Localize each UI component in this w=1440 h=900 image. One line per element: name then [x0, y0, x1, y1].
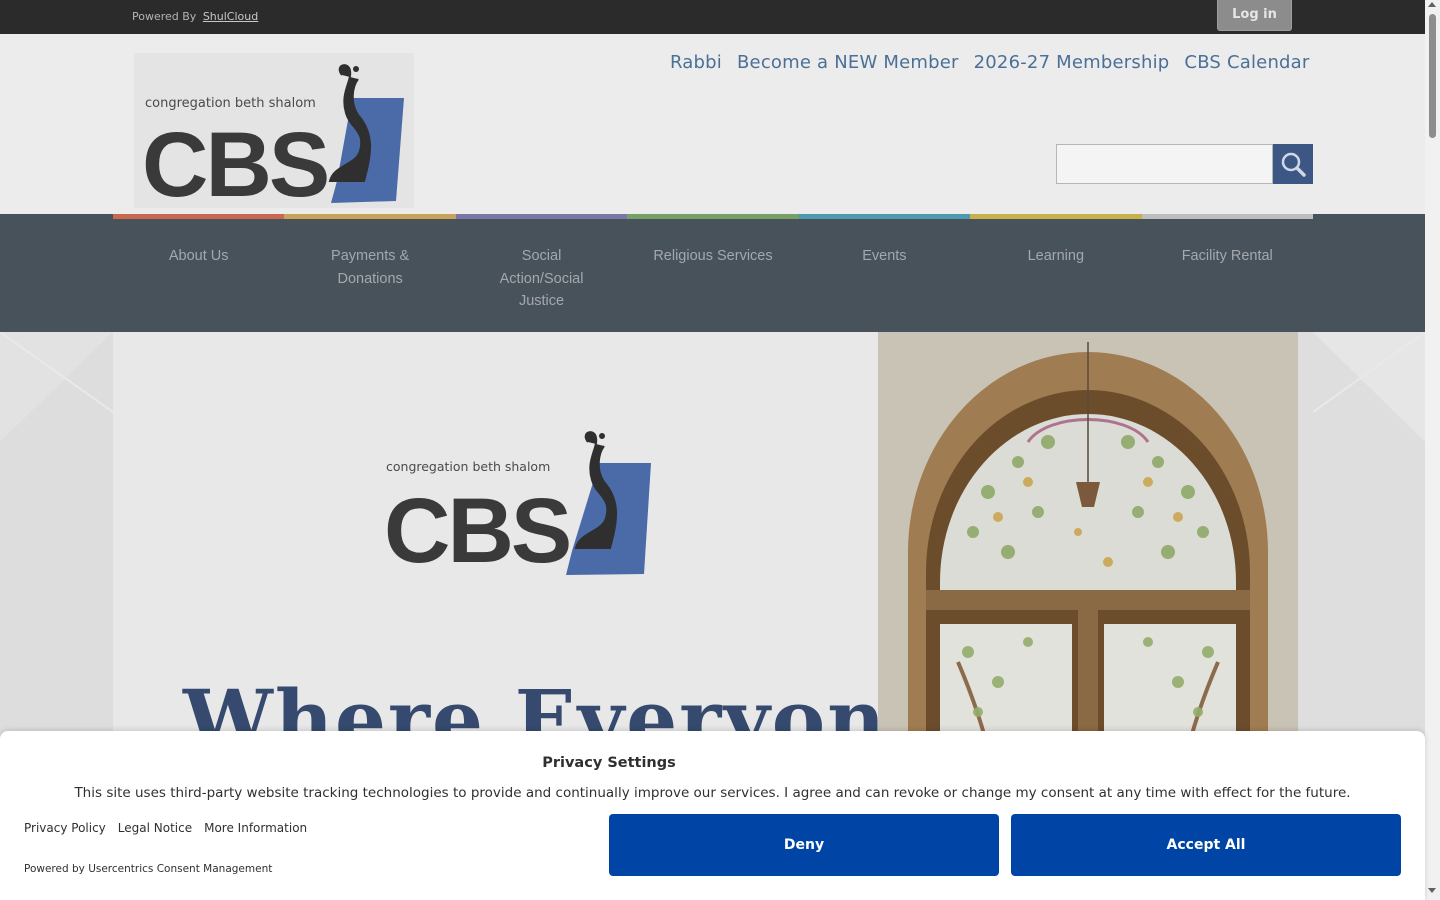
top-link-membership[interactable]: 2026-27 Membership [974, 52, 1170, 73]
scroll-down-arrow-icon[interactable] [1428, 888, 1436, 893]
powered-by-label: Powered By [132, 10, 197, 23]
color-strip-segment [1141, 214, 1313, 219]
nav-item-learning[interactable]: Learning [970, 219, 1141, 332]
privacy-policy-link[interactable]: Privacy Policy [24, 821, 106, 835]
page-scrollbar[interactable] [1425, 0, 1440, 900]
color-strip-segment [284, 214, 456, 219]
logo-big-text: CBS [142, 114, 327, 208]
hero-logo-small-text: congregation beth shalom [386, 459, 550, 474]
search-input[interactable] [1056, 144, 1273, 184]
cbs-logo-icon: congregation beth shalom CBS [142, 64, 404, 216]
color-strip-segment [627, 214, 799, 219]
site-logo[interactable]: congregation beth shalom CBS [134, 53, 414, 216]
search-button[interactable] [1273, 144, 1313, 184]
color-strip-segment [970, 214, 1142, 219]
color-strip-segment [113, 214, 285, 219]
main-nav: About Us Payments & Donations Social Act… [0, 214, 1425, 332]
deny-button[interactable]: Deny [609, 814, 999, 876]
consent-links: Privacy Policy Legal Notice More Informa… [24, 821, 307, 835]
nav-item-about-us[interactable]: About Us [113, 219, 284, 332]
scroll-up-arrow-icon[interactable] [1428, 2, 1436, 7]
shulcloud-link[interactable]: ShulCloud [203, 10, 258, 23]
logo-small-text: congregation beth shalom [145, 96, 316, 111]
top-link-new-member[interactable]: Become a NEW Member [737, 52, 959, 73]
search-icon [1281, 152, 1306, 177]
nav-item-religious-services[interactable]: Religious Services [627, 219, 798, 332]
top-bar: Powered By ShulCloud Log in [0, 0, 1425, 34]
nav-item-events[interactable]: Events [799, 219, 970, 332]
nav-item-facility-rental[interactable]: Facility Rental [1142, 219, 1313, 332]
accept-all-button[interactable]: Accept All [1011, 814, 1401, 876]
privacy-consent-banner: Privacy Settings This site uses third-pa… [0, 731, 1425, 900]
consent-text: This site uses third-party website track… [74, 785, 1351, 801]
consent-powered-by: Powered by Usercentrics Consent Manageme… [24, 863, 273, 875]
hero-logo-big-text: CBS [384, 480, 569, 576]
top-link-calendar[interactable]: CBS Calendar [1184, 52, 1309, 73]
color-strip-segment [455, 214, 628, 219]
login-button[interactable]: Log in [1217, 0, 1292, 31]
site-header: congregation beth shalom CBS Rabbi Becom… [0, 34, 1425, 216]
color-strip [113, 214, 1313, 219]
powered-by: Powered By ShulCloud [132, 10, 258, 23]
consent-title: Privacy Settings [542, 755, 676, 771]
nav-item-payments-donations[interactable]: Payments & Donations [284, 219, 455, 332]
more-information-link[interactable]: More Information [204, 821, 307, 835]
nav-item-social-action[interactable]: Social Action/Social Justice [456, 219, 627, 332]
scroll-thumb[interactable] [1429, 14, 1436, 138]
hero-logo-icon: congregation beth shalom CBS [384, 431, 651, 576]
color-strip-segment [798, 214, 971, 219]
top-link-rabbi[interactable]: Rabbi [670, 52, 722, 73]
top-links: Rabbi Become a NEW Member 2026-27 Member… [670, 52, 1310, 73]
legal-notice-link[interactable]: Legal Notice [118, 821, 192, 835]
